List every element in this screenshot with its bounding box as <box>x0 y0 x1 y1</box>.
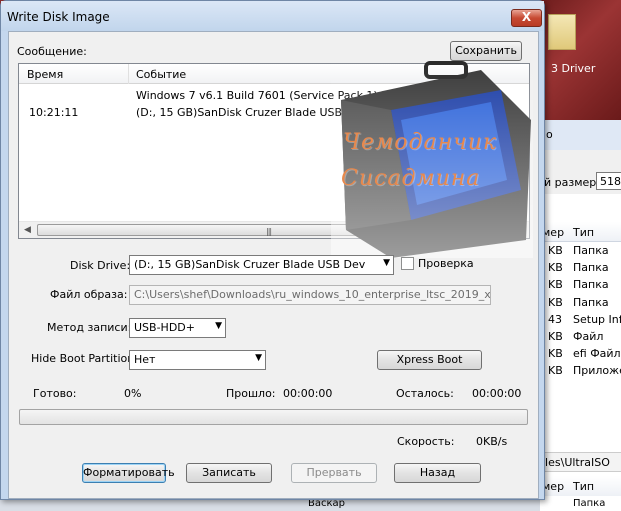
address-text: iles\UltraISO <box>542 456 610 469</box>
elapsed-value: 00:00:00 <box>283 387 333 400</box>
done-value: 0% <box>124 387 142 400</box>
column-type[interactable]: Тип <box>573 226 594 239</box>
scroll-left-icon[interactable]: ◀ <box>19 222 36 239</box>
watermark-line2: Сисадмина <box>341 166 481 191</box>
address-bar[interactable]: iles\UltraISO <box>540 452 621 472</box>
file-row[interactable]: KB Папка <box>540 259 621 276</box>
image-file-value: C:\Users\shef\Downloads\ru_windows_10_en… <box>134 288 491 301</box>
size-label: й размер: <box>544 176 600 189</box>
explorer-toolbar: о <box>540 120 621 150</box>
file-row[interactable]: KB efi Файл <box>540 345 621 362</box>
column-size-2[interactable]: мер <box>542 480 564 493</box>
disk-drive-label: Disk Drive: <box>70 259 131 272</box>
desktop-folder-label: 3 Driver <box>551 62 596 75</box>
suitcase-image <box>331 60 533 258</box>
explorer-file-list: мер Тип KB Папка KB Папка KB Папка KB Папка … <box>540 222 621 380</box>
size-input[interactable]: 518 <box>596 172 621 190</box>
disk-drive-select[interactable]: (D:, 15 GB)SanDisk Cruzer Blade USB Dev … <box>129 255 394 275</box>
verify-label[interactable]: Проверка <box>418 257 474 270</box>
explorer-size-bar: й размер: 518 <box>540 150 621 194</box>
message-label: Сообщение: <box>17 45 87 58</box>
image-file-label: Файл образа: <box>50 288 128 301</box>
close-button[interactable]: X <box>511 9 542 27</box>
write-disk-image-dialog: Write Disk Image X Сообщение: Сохранить … <box>0 0 545 500</box>
file-row[interactable]: KB Папка <box>540 242 621 259</box>
hide-boot-value: Нет <box>134 353 156 366</box>
done-label: Готово: <box>33 387 77 400</box>
remaining-label: Осталось: <box>396 387 454 400</box>
file-row[interactable]: KB Папка <box>540 276 621 293</box>
xpress-boot-button[interactable]: Xpress Boot <box>377 350 482 370</box>
column-size[interactable]: мер <box>542 226 564 239</box>
chevron-down-icon: ▼ <box>255 353 262 363</box>
column-separator[interactable] <box>128 64 129 84</box>
speed-label: Скорость: <box>397 435 455 448</box>
file-list-header-2: мер Тип <box>540 476 621 496</box>
image-file-field[interactable]: C:\Users\shef\Downloads\ru_windows_10_en… <box>129 285 491 305</box>
hide-boot-label: Hide Boot Partition: <box>31 352 138 365</box>
disk-drive-value: (D:, 15 GB)SanDisk Cruzer Blade USB Dev <box>134 258 366 271</box>
abort-button[interactable]: Прервать <box>291 463 377 483</box>
titlebar[interactable]: Write Disk Image X <box>1 1 544 31</box>
log-time-1: 10:21:11 <box>29 106 79 119</box>
write-method-select[interactable]: USB-HDD+ ▼ <box>129 318 226 338</box>
file-row[interactable]: KB Файл <box>540 328 621 345</box>
watermark-line1: Чемоданчик <box>343 130 498 155</box>
close-icon: X <box>521 10 532 24</box>
file-row[interactable]: KB Папка <box>540 294 621 311</box>
column-event[interactable]: Событие <box>136 68 186 81</box>
verify-checkbox[interactable] <box>401 257 414 270</box>
grip-icon: ||| <box>266 227 272 236</box>
write-button[interactable]: Записать <box>186 463 272 483</box>
speed-value: 0KB/s <box>476 435 508 448</box>
toolbar-fragment[interactable]: о <box>546 128 553 141</box>
progress-bar <box>19 409 528 425</box>
hide-boot-select[interactable]: Нет ▼ <box>129 350 266 370</box>
save-button[interactable]: Сохранить <box>450 41 522 61</box>
remaining-value: 00:00:00 <box>472 387 522 400</box>
back-button[interactable]: Назад <box>394 463 481 483</box>
format-button[interactable]: Форматировать <box>82 463 175 483</box>
elapsed-label: Прошло: <box>226 387 276 400</box>
desktop-folder-icon[interactable] <box>548 14 576 50</box>
write-method-value: USB-HDD+ <box>134 321 195 334</box>
taskbar: Васкар <box>0 498 540 511</box>
dialog-title: Write Disk Image <box>7 10 110 24</box>
file-row[interactable]: KBПриложени <box>540 362 621 379</box>
file-row[interactable]: 43Setup Infor <box>540 311 621 328</box>
write-method-label: Метод записи: <box>47 321 132 334</box>
chevron-down-icon: ▼ <box>215 321 222 331</box>
column-type-2[interactable]: Тип <box>573 480 594 493</box>
chevron-down-icon: ▼ <box>383 258 390 268</box>
dialog-client-area: Сообщение: Сохранить Время Событие Windo… <box>8 31 539 499</box>
column-time[interactable]: Время <box>27 68 63 81</box>
file-list-header: мер Тип <box>540 222 621 242</box>
